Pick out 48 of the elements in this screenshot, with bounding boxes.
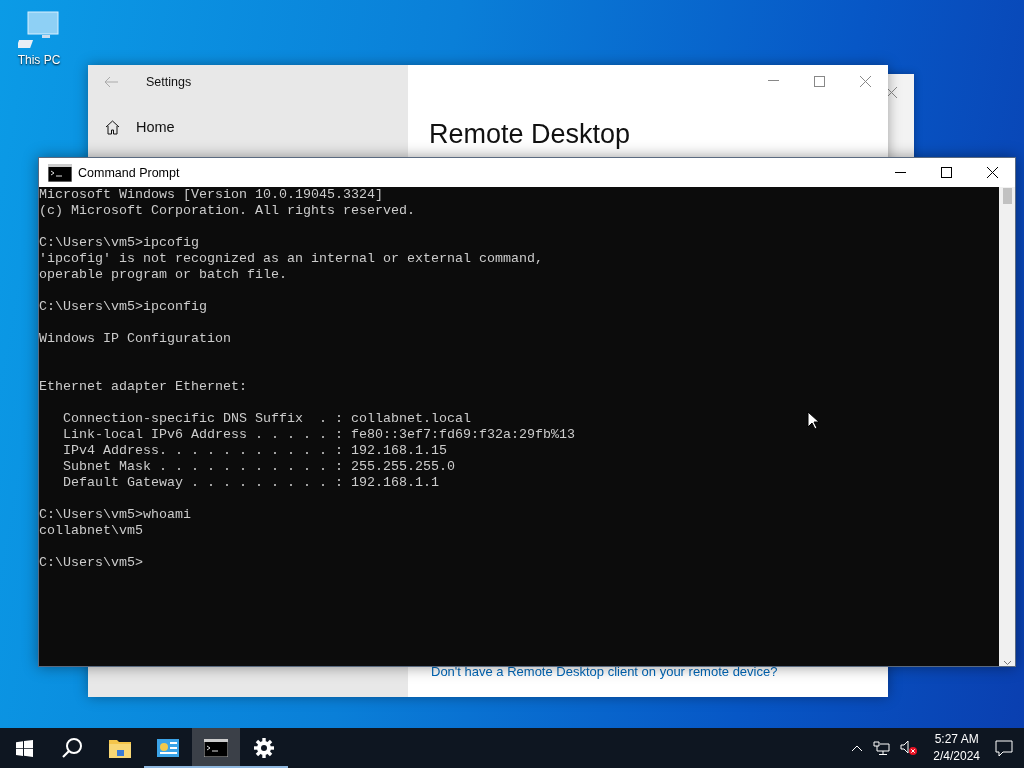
help-link[interactable]: Don't have a Remote Desktop client on your remote device?: [408, 664, 888, 697]
minimize-icon: [767, 80, 779, 82]
home-icon: [105, 119, 120, 135]
control-panel-icon: [157, 739, 179, 757]
time-text: 5:27 AM: [934, 731, 979, 748]
taskbar-app-button[interactable]: [192, 728, 240, 768]
console-line: Ethernet adapter Ethernet:: [39, 379, 247, 394]
clock-button[interactable]: 5:27 AM 2/4/2024: [925, 728, 988, 768]
folder-icon: [109, 738, 131, 758]
console-line: Default Gateway . . . . . . . . . : 192.168.1.1: [62, 475, 439, 490]
search-icon: [61, 737, 83, 759]
console-line: Windows IP Configuration: [39, 331, 231, 346]
console-icon: [48, 163, 72, 182]
console-line: C:\Users\vm5>ipconfig: [39, 299, 207, 314]
console-line: Subnet Mask . . . . . . . . . . . : 255.255.255.0: [62, 459, 455, 474]
console-line: IPv4 Address. . . . . . . . . . . : 192.168.1.15: [62, 443, 447, 458]
close-icon: [986, 167, 998, 178]
chevron-up-icon: [851, 744, 864, 752]
console-line: Microsoft Windows [Version 10.0.19045.3324]: [39, 187, 383, 202]
maximize-icon: [940, 167, 952, 178]
window-title: Command Prompt: [78, 165, 181, 180]
nav-item[interactable]: Home: [88, 99, 408, 135]
console-line: collabnet\vm5: [39, 523, 143, 538]
scrollbar[interactable]: [999, 187, 1015, 666]
console-line: C:\Users\vm5>whoami: [39, 507, 191, 522]
console-line: C:\Users\vm5>: [39, 555, 143, 570]
network-icon: [873, 740, 891, 756]
console-icon: [204, 739, 228, 757]
scrollbar-thumb[interactable]: [1002, 188, 1012, 204]
close-icon: [859, 75, 871, 87]
chevron-down-icon: [1002, 660, 1012, 666]
maximize-icon: [813, 75, 825, 87]
console-line: 'ipcofig' is not recognized as an internal or external command,: [39, 251, 543, 266]
close-icon: [886, 87, 897, 98]
console-line: Connection-specific DNS Suffix . : collabnet.local: [62, 411, 471, 426]
date-text: 2/4/2024: [933, 748, 980, 765]
page-heading: Remote Desktop: [428, 118, 631, 150]
console-line: C:\Users\vm5>ipcofig: [39, 235, 199, 250]
console-line: operable program or batch file.: [39, 267, 287, 282]
windows-logo-icon: [15, 739, 33, 757]
muted-speaker-icon: [900, 740, 919, 756]
console-line: Link-local IPv6 Address . . . . . : fe80::3ef7:fd69:f32a:29fb%13: [62, 427, 575, 442]
mouse-pointer-icon: [807, 411, 819, 430]
console-line: (c) Microsoft Corporation. All rights reserved.: [39, 203, 415, 218]
minimize-icon: [894, 171, 906, 174]
speech-bubble-icon: [995, 739, 1013, 757]
gear-icon: [254, 738, 274, 758]
window-title: Settings: [146, 75, 192, 89]
